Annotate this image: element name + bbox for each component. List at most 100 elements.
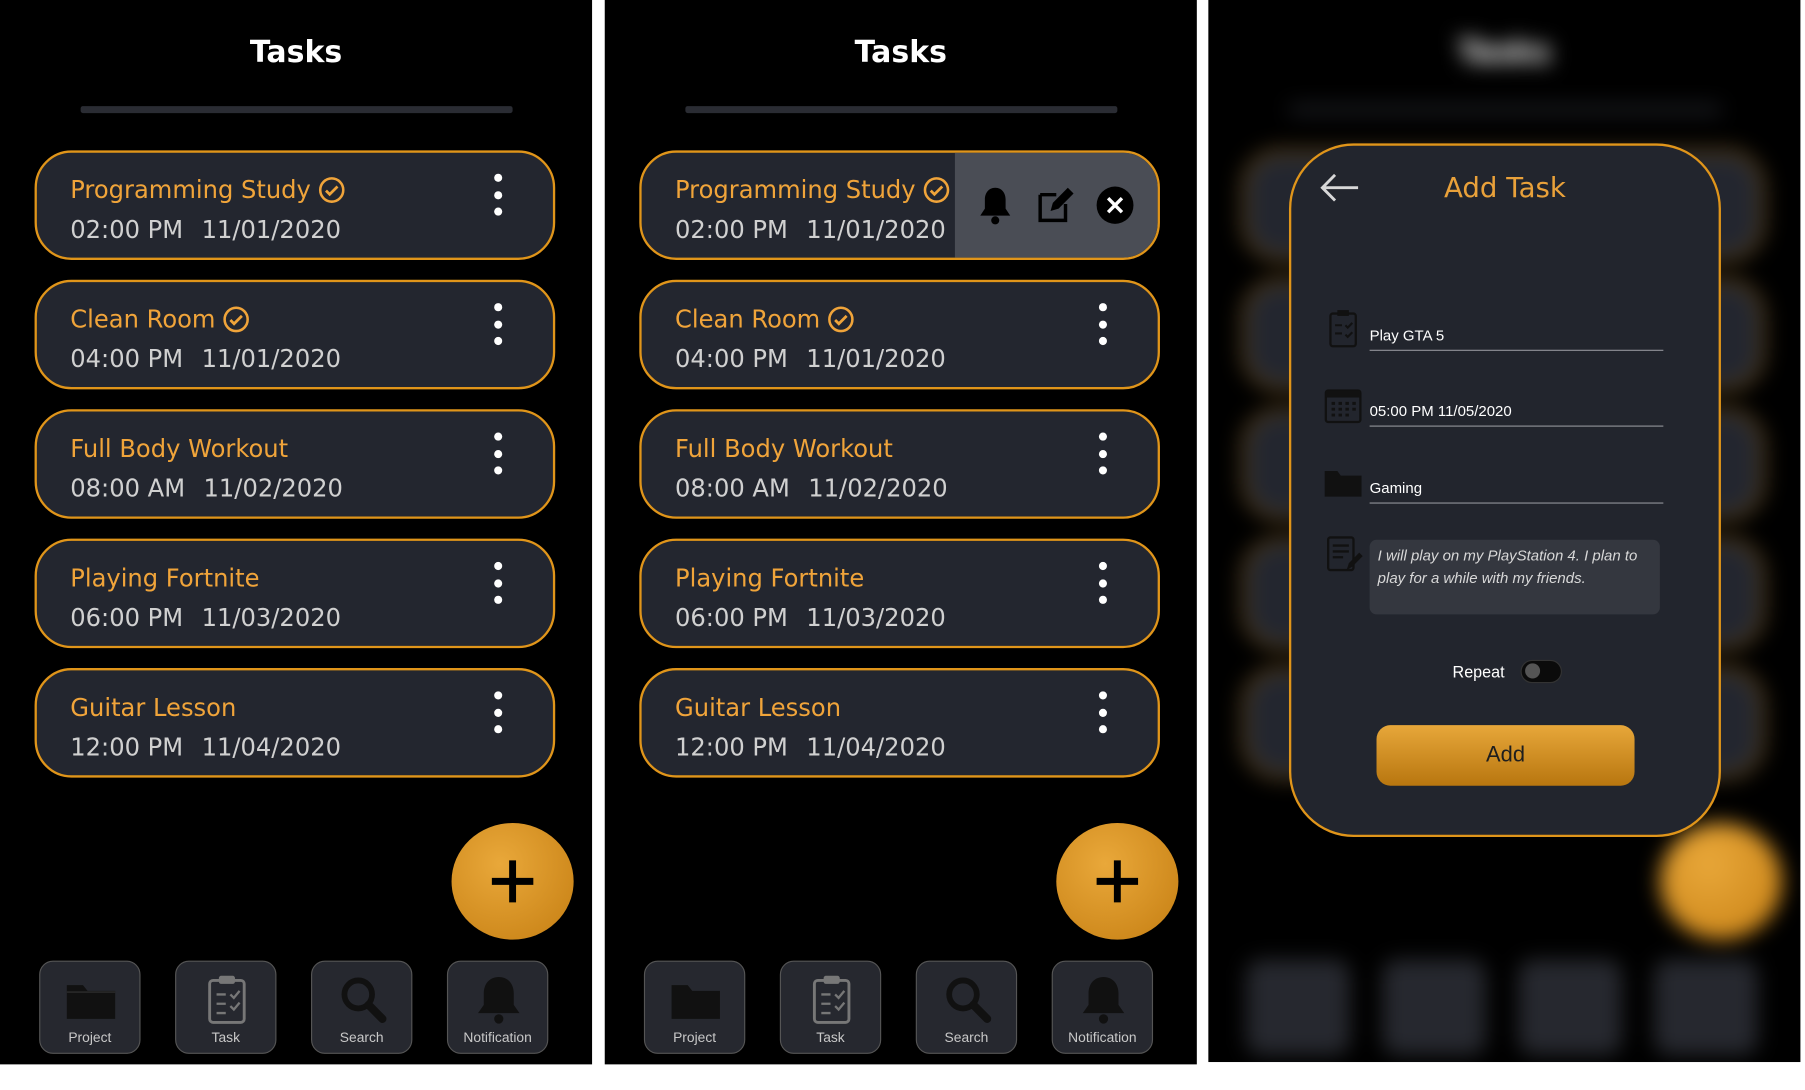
- task-card[interactable]: Guitar Lesson 12:00 PM 11/04/2020: [34, 668, 556, 778]
- bottom-nav: Project Task Search Notification: [643, 960, 1158, 1057]
- folder-icon: [671, 985, 720, 1019]
- task-datetime: 06:00 PM 11/03/2020: [70, 603, 341, 632]
- nav-project[interactable]: Project: [39, 960, 141, 1054]
- task-datetime: 04:00 PM 11/01/2020: [70, 345, 341, 374]
- nav-project: [1247, 960, 1349, 1054]
- nav-notification[interactable]: Notification: [1051, 960, 1154, 1054]
- task-name: Full Body Workout: [70, 434, 289, 463]
- more-options-icon[interactable]: [493, 173, 502, 216]
- task-datetime: 02:00 PM 11/01/2020: [70, 215, 341, 244]
- task-card[interactable]: Full Body Workout 08:00 AM 11/02/2020: [34, 409, 556, 519]
- check-circle-icon: [923, 177, 950, 203]
- calendar-icon: [1324, 389, 1362, 424]
- task-name: Playing Fortnite: [70, 564, 260, 593]
- bottom-nav: Project Task Search Notification: [39, 960, 553, 1057]
- edit-icon[interactable]: [1034, 185, 1074, 225]
- nav-search: [1519, 960, 1621, 1054]
- folder-icon: [66, 985, 116, 1019]
- nav-task[interactable]: Task: [779, 960, 882, 1054]
- plus-icon: [491, 860, 534, 903]
- datetime-field[interactable]: 05:00 PM 11/05/2020: [1324, 385, 1664, 427]
- bell-icon: [1082, 976, 1125, 1024]
- more-options-icon[interactable]: [1098, 303, 1107, 346]
- check-circle-icon: [223, 306, 250, 333]
- task-card-swiped[interactable]: Programming Study 02:00 PM 11/01/2020: [639, 150, 1160, 260]
- divider: [1288, 106, 1721, 114]
- project-field[interactable]: Gaming: [1324, 462, 1664, 504]
- task-datetime: 02:00 PM 11/01/2020: [675, 215, 946, 244]
- add-task-button[interactable]: [451, 823, 574, 940]
- add-task-screen: Tasks Add Task Play GTA 5 05:00 PM 11/05…: [1208, 0, 1801, 1063]
- repeat-label: Repeat: [1452, 662, 1505, 681]
- divider: [80, 106, 513, 114]
- notes-textarea[interactable]: I will play on my PlayStation 4. I plan …: [1369, 539, 1660, 615]
- task-card[interactable]: Clean Room 04:00 PM 11/01/2020: [639, 279, 1160, 390]
- task-name: Programming Study: [70, 176, 345, 204]
- field-underline: [1369, 425, 1664, 427]
- page-title: Tasks: [1458, 34, 1551, 70]
- search-icon: [341, 977, 387, 1023]
- task-list-swipe-screen: Tasks Programming Study 02:00 PM 11/01/20…: [604, 0, 1197, 1065]
- nav-search[interactable]: Search: [311, 960, 413, 1054]
- task-card[interactable]: Playing Fortnite 06:00 PM 11/03/2020: [639, 538, 1160, 649]
- task-name-field[interactable]: Play GTA 5: [1324, 309, 1664, 351]
- repeat-toggle[interactable]: [1520, 659, 1563, 684]
- more-options-icon[interactable]: [493, 691, 502, 734]
- add-task-button[interactable]: [1056, 823, 1179, 940]
- modal-title: Add Task: [1443, 171, 1566, 205]
- add-button[interactable]: Add: [1376, 725, 1635, 786]
- nav-notification: [1655, 960, 1757, 1054]
- bottom-nav: [1247, 960, 1762, 1057]
- repeat-row: Repeat: [1452, 659, 1563, 684]
- page-title: Tasks: [249, 34, 343, 70]
- more-options-icon[interactable]: [1098, 691, 1107, 734]
- task-datetime: 12:00 PM 11/04/2020: [70, 733, 341, 762]
- nav-task: [1383, 960, 1485, 1054]
- folder-icon: [1324, 470, 1362, 497]
- field-underline: [1369, 502, 1664, 504]
- task-card[interactable]: Playing Fortnite 06:00 PM 11/03/2020: [34, 538, 556, 649]
- nav-notification[interactable]: Notification: [446, 960, 549, 1054]
- field-underline: [1369, 349, 1664, 351]
- bell-icon[interactable]: [977, 185, 1014, 225]
- task-name: Clean Room: [675, 305, 855, 333]
- task-datetime: 08:00 AM 11/02/2020: [70, 474, 343, 503]
- task-name: Clean Room: [70, 305, 250, 333]
- task-datetime: 08:00 AM 11/02/2020: [675, 474, 948, 503]
- task-name: Programming Study: [675, 176, 950, 204]
- task-datetime: 06:00 PM 11/03/2020: [675, 603, 946, 632]
- task-card[interactable]: Clean Room 04:00 PM 11/01/2020: [34, 279, 556, 390]
- nav-task[interactable]: Task: [175, 960, 277, 1054]
- swipe-actions: [954, 152, 1158, 258]
- task-datetime: 04:00 PM 11/01/2020: [675, 345, 946, 374]
- search-icon: [946, 977, 992, 1023]
- task-list-screen: Tasks Programming Study 02:00 PM 11/01/20…: [0, 0, 593, 1065]
- more-options-icon[interactable]: [493, 432, 502, 475]
- bell-icon: [478, 976, 520, 1024]
- task-name: Guitar Lesson: [675, 693, 842, 722]
- task-name: Playing Fortnite: [675, 564, 865, 593]
- close-icon[interactable]: [1094, 184, 1135, 226]
- page-title: Tasks: [854, 34, 947, 70]
- notes-icon: [1326, 536, 1363, 572]
- more-options-icon[interactable]: [493, 303, 502, 346]
- plus-icon: [1096, 860, 1139, 903]
- nav-search[interactable]: Search: [915, 960, 1018, 1054]
- check-circle-icon: [828, 306, 854, 333]
- divider: [685, 106, 1118, 114]
- clipboard-icon: [812, 975, 851, 1024]
- task-card[interactable]: Programming Study 02:00 PM 11/01/2020: [34, 150, 556, 260]
- check-circle-icon: [318, 177, 345, 203]
- task-name: Guitar Lesson: [70, 693, 237, 722]
- task-datetime: 12:00 PM 11/04/2020: [675, 733, 946, 762]
- add-task-button: [1659, 823, 1782, 940]
- add-task-modal: Add Task Play GTA 5 05:00 PM 11/05/2020 …: [1288, 143, 1721, 838]
- clipboard-icon: [208, 975, 246, 1024]
- more-options-icon[interactable]: [1098, 561, 1107, 604]
- task-card[interactable]: Full Body Workout 08:00 AM 11/02/2020: [639, 409, 1160, 519]
- more-options-icon[interactable]: [493, 561, 502, 604]
- nav-project[interactable]: Project: [643, 960, 746, 1054]
- task-name: Full Body Workout: [675, 434, 893, 463]
- task-card[interactable]: Guitar Lesson 12:00 PM 11/04/2020: [639, 668, 1160, 778]
- more-options-icon[interactable]: [1098, 432, 1107, 475]
